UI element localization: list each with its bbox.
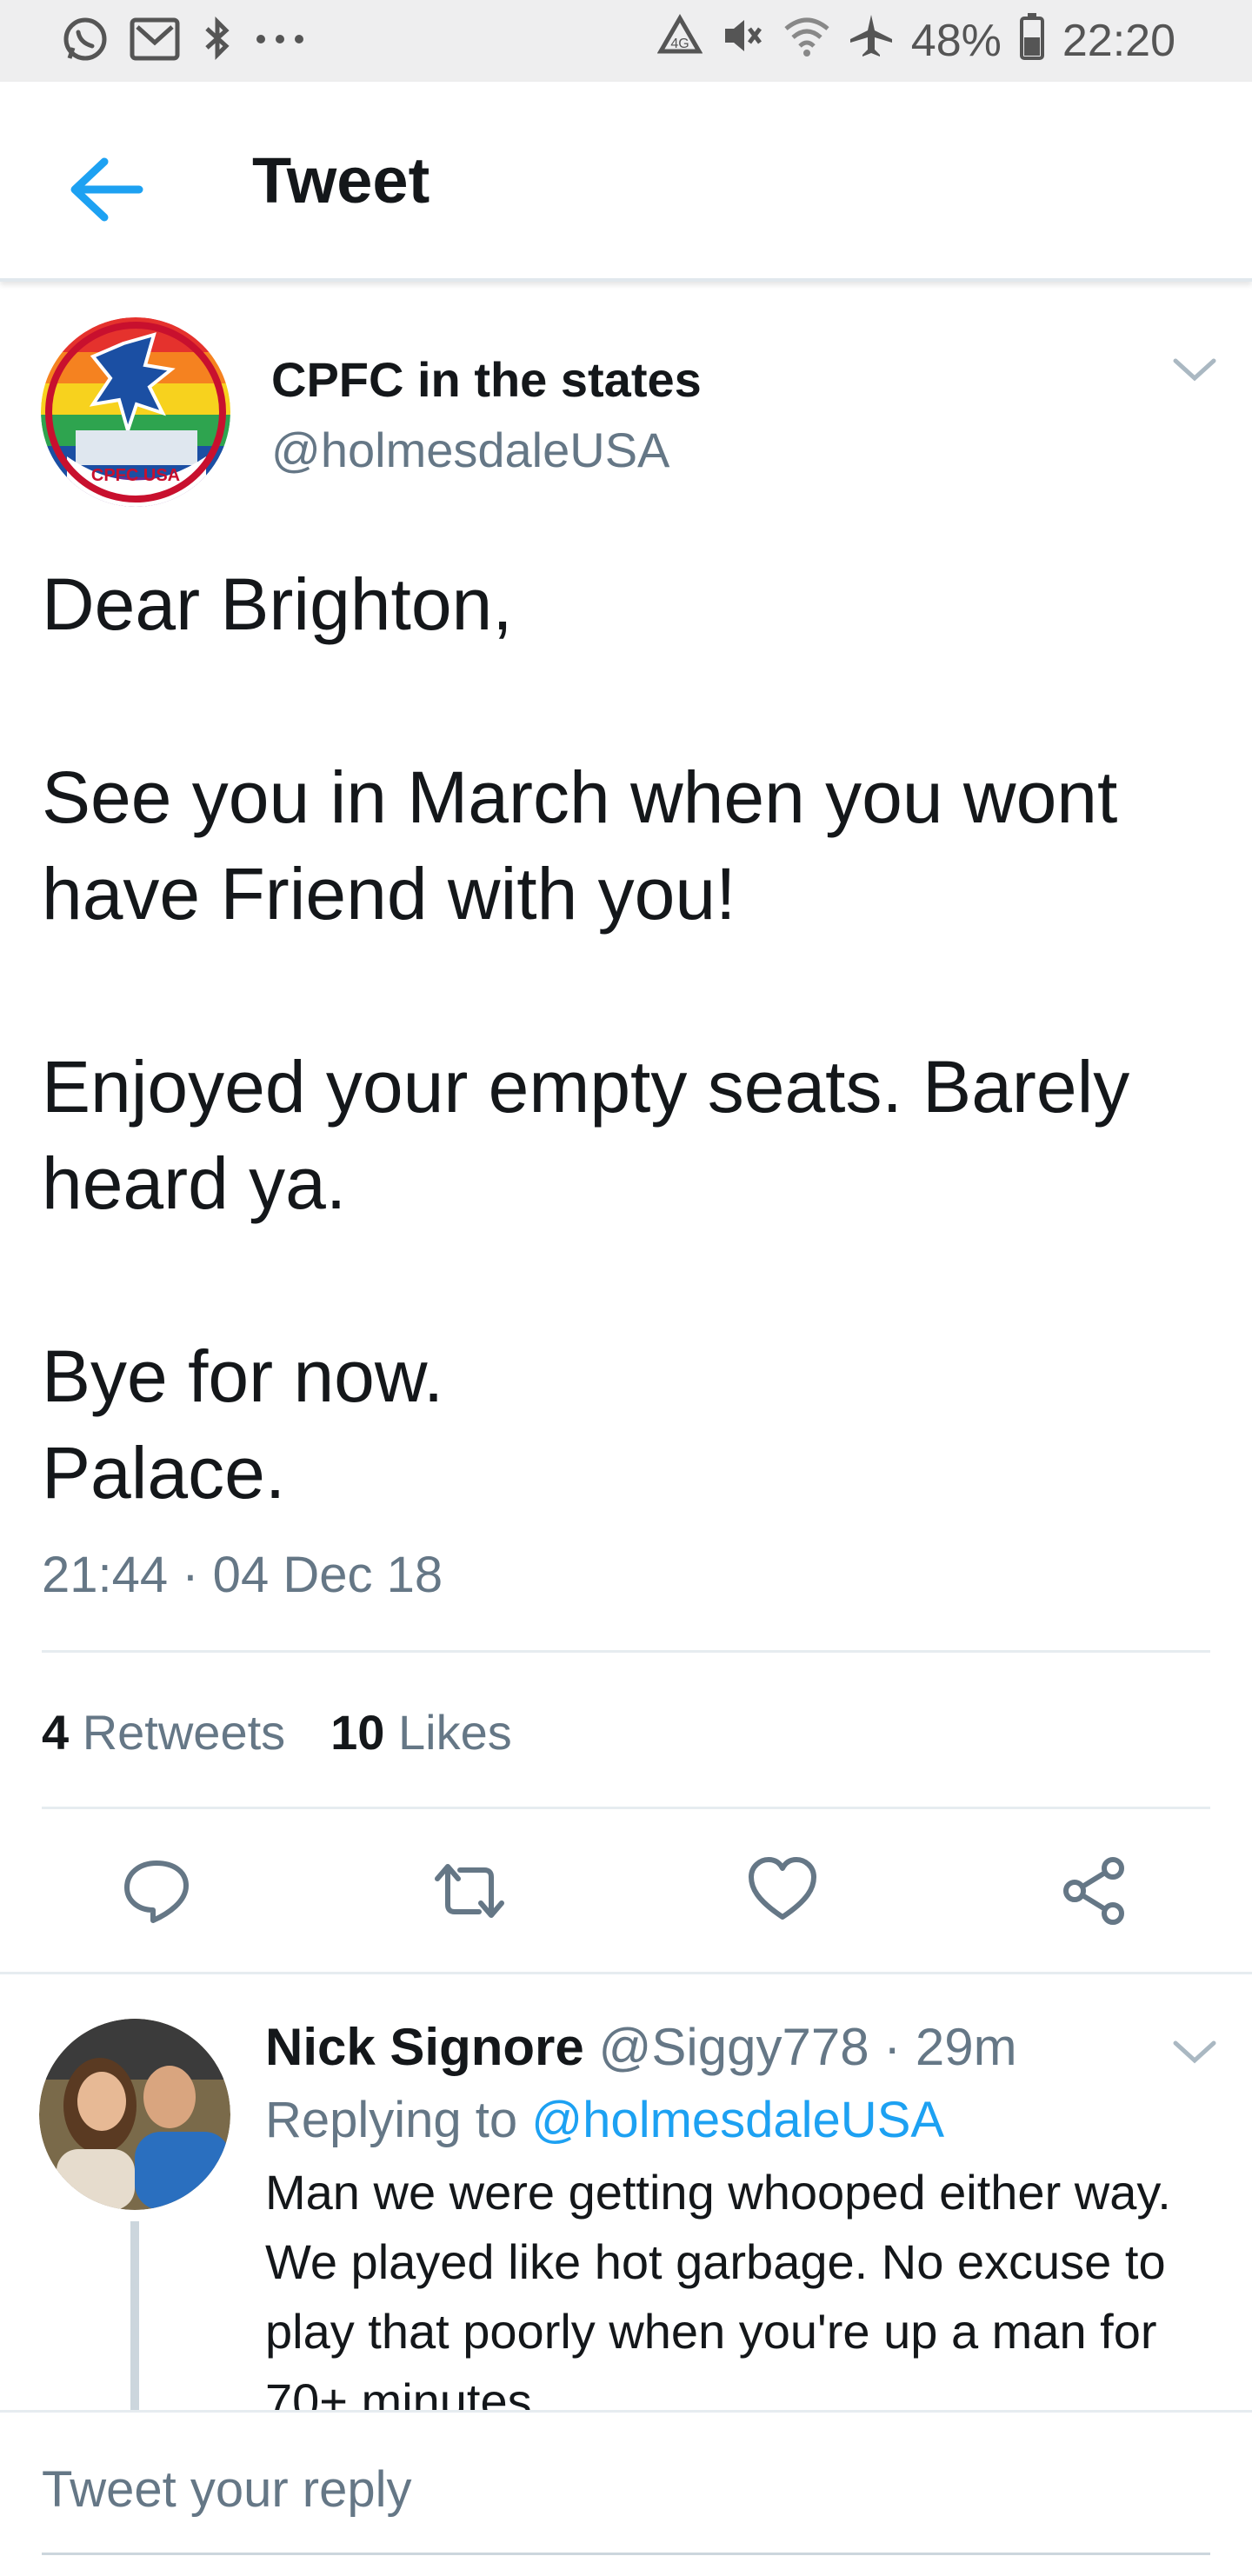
profile-photo-icon [39, 2019, 230, 2210]
reply-avatar[interactable] [39, 2019, 230, 2210]
mute-icon [720, 13, 765, 70]
tweet-timestamp: 21:44 · 04 Dec 18 [42, 1547, 443, 1603]
clock: 22:20 [1062, 16, 1175, 66]
retweets-stat[interactable]: 4 Retweets [42, 1704, 285, 1761]
app-header [0, 82, 1252, 282]
tweet-text: Dear Brighton, See you in March when you… [42, 563, 1130, 1514]
bluetooth-icon [200, 15, 235, 68]
likes-stat[interactable]: 10 Likes [330, 1704, 512, 1761]
tweet-stats: 4 Retweets 10 Likes [42, 1704, 512, 1761]
heart-icon [749, 1857, 816, 1920]
divider [0, 1972, 1252, 1974]
back-arrow-icon [70, 157, 143, 222]
author-handle[interactable]: @holmesdaleUSA [271, 422, 669, 478]
reply-menu-button[interactable] [1170, 2034, 1219, 2069]
svg-text:CPFC USA: CPFC USA [91, 466, 180, 485]
author-name[interactable]: CPFC in the states [271, 351, 702, 408]
avatar[interactable]: CPFC USA [41, 317, 230, 507]
divider [42, 1650, 1210, 1653]
retweet-button[interactable] [422, 1843, 517, 1939]
reply-author-handle[interactable]: @Siggy778 [598, 2018, 869, 2076]
retweet-icon [435, 1864, 504, 1918]
more-icon [254, 30, 306, 52]
page-title: Tweet [252, 144, 430, 216]
battery-percent: 48% [910, 16, 1002, 66]
tweet-actions [0, 1843, 1252, 1939]
chevron-down-icon [1173, 2040, 1216, 2064]
replying-to: Replying to @holmesdaleUSA [265, 2092, 945, 2148]
whatsapp-icon [61, 15, 110, 68]
reply-author-name[interactable]: Nick Signore [265, 2018, 584, 2076]
hotspot-icon: 4G [656, 13, 703, 70]
status-bar-right: 4G 48% 22:20 [656, 11, 1175, 71]
share-button[interactable] [1048, 1843, 1143, 1939]
back-button[interactable] [63, 146, 150, 233]
reply-input[interactable]: Tweet your reply [42, 2460, 412, 2519]
reply-time: · 29m [883, 2018, 1017, 2076]
mail-icon [129, 15, 181, 68]
reply-text: Man we were getting whooped either way. … [265, 2165, 1171, 2428]
reply-icon [124, 1860, 189, 1923]
airplane-icon [849, 13, 894, 70]
status-bar-left [61, 12, 306, 70]
reply-button[interactable] [109, 1843, 204, 1939]
reply-input-underline [42, 2553, 1210, 2555]
share-icon [1063, 1857, 1124, 1925]
replying-to-link[interactable]: @holmesdaleUSA [531, 2092, 944, 2148]
divider [42, 1807, 1210, 1809]
wifi-icon [782, 13, 831, 70]
cpfc-usa-logo-icon: CPFC USA [41, 317, 230, 507]
chevron-down-icon [1173, 358, 1216, 382]
like-button[interactable] [735, 1843, 830, 1939]
reply-header: Nick Signore @Siggy778 · 29m [265, 2017, 1017, 2077]
svg-text:4G: 4G [670, 37, 689, 51]
tweet-menu-button[interactable] [1170, 352, 1219, 387]
battery-icon [1019, 11, 1045, 71]
